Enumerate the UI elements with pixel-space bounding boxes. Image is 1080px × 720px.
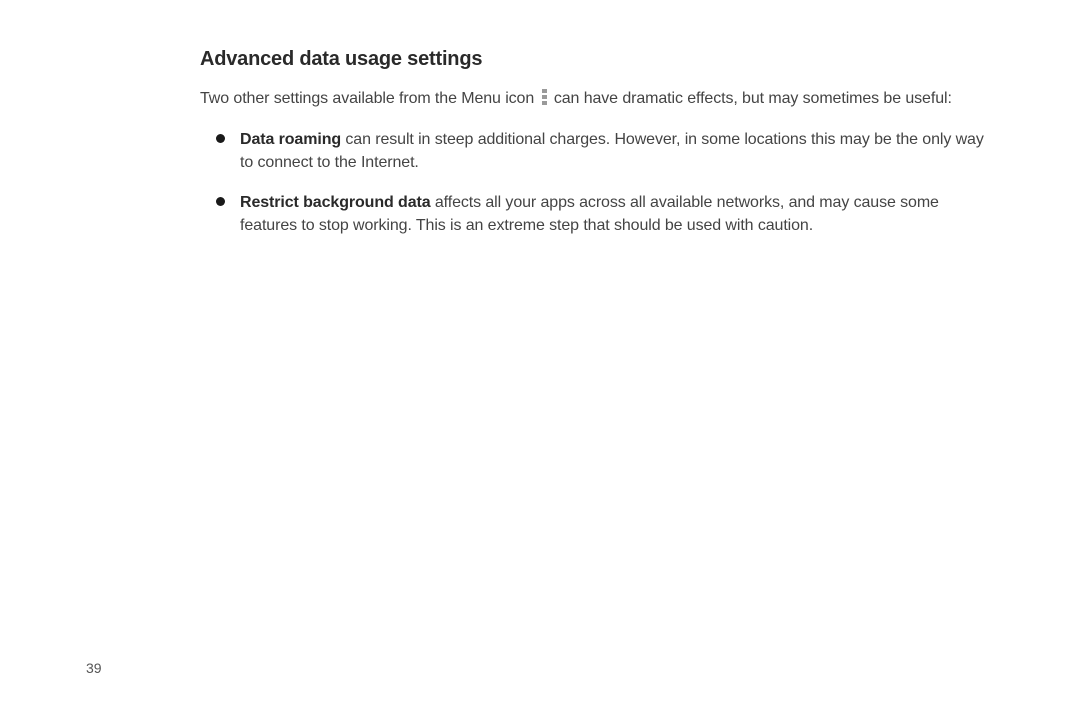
bullet-text: can result in steep additional charges. … — [240, 131, 984, 171]
bullet-bold-term: Data roaming — [240, 131, 341, 148]
intro-text-after: can have dramatic effects, but may somet… — [550, 90, 952, 107]
intro-paragraph: Two other settings available from the Me… — [200, 87, 990, 110]
list-item: Data roaming can result in steep additio… — [240, 128, 990, 174]
bullet-bold-term: Restrict background data — [240, 194, 431, 211]
section-heading: Advanced data usage settings — [200, 48, 990, 71]
menu-overflow-icon — [541, 89, 548, 105]
bullet-list: Data roaming can result in steep additio… — [200, 128, 990, 237]
page-number: 39 — [86, 660, 102, 676]
intro-text-before: Two other settings available from the Me… — [200, 90, 539, 107]
list-item: Restrict background data affects all you… — [240, 191, 990, 237]
